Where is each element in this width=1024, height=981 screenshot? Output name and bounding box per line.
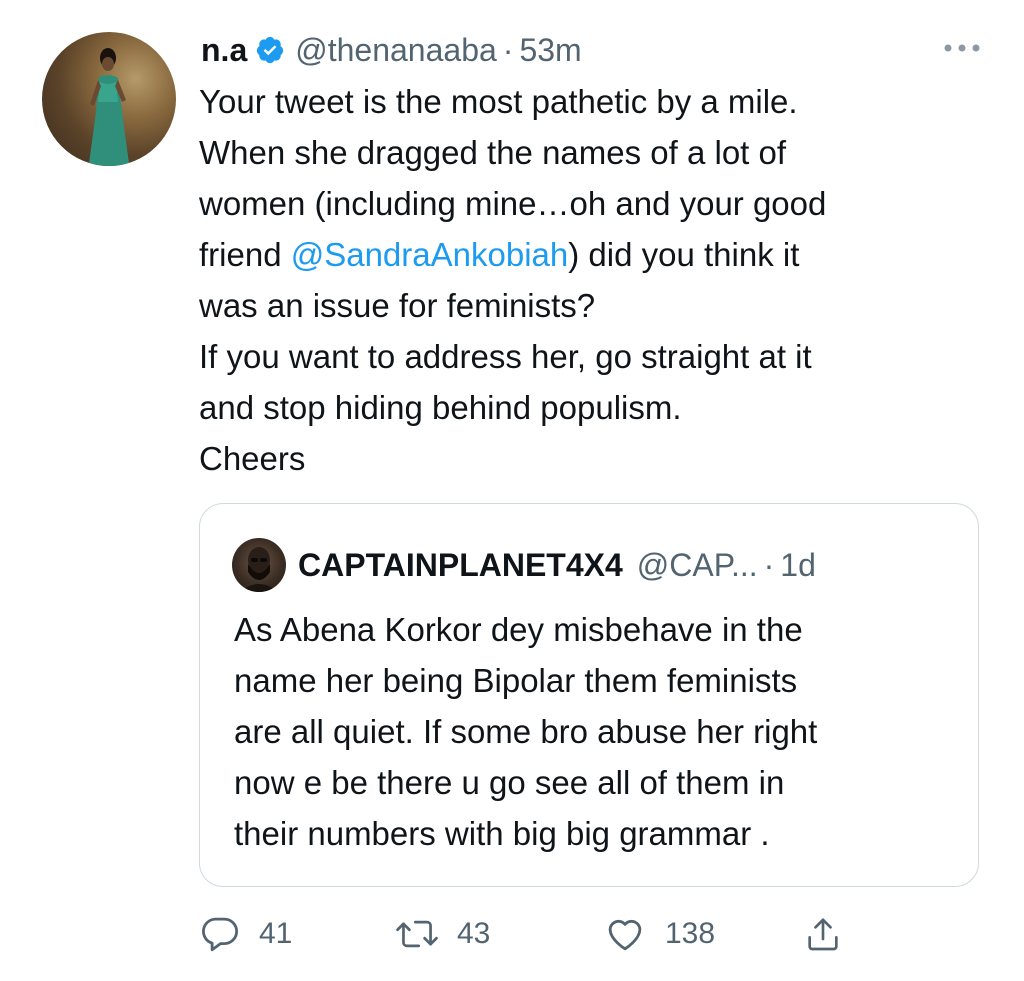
tweet-text-line: women (including mine…oh and your good bbox=[199, 185, 827, 222]
quoted-text-line: name her being Bipolar them feminists bbox=[234, 662, 798, 699]
tweet-timestamp[interactable]: 53m bbox=[519, 32, 581, 69]
quoted-text-line: now e be there u go see all of them in bbox=[234, 764, 785, 801]
header-separator: · bbox=[502, 31, 514, 68]
tweet-text-line: If you want to address her, go straight … bbox=[199, 338, 812, 375]
tweet-header: n.a @thenanaaba · 53m bbox=[201, 28, 984, 72]
like-count: 138 bbox=[665, 917, 716, 950]
ellipsis-icon[interactable] bbox=[940, 36, 984, 60]
reply-icon bbox=[202, 917, 239, 952]
share-icon bbox=[808, 918, 838, 951]
share-button[interactable] bbox=[803, 908, 843, 960]
tweet-text-line: friend @SandraAnkobiah) did you think it bbox=[199, 229, 989, 280]
quoted-tweet-card[interactable]: CAPTAINPLANET4X4 @CAP... · 1d As Abena K… bbox=[199, 503, 979, 887]
tweet-text-line: When she dragged the names of a lot of bbox=[199, 134, 787, 171]
retweet-count: 43 bbox=[457, 917, 491, 950]
tweet-action-bar: 41 43 138 bbox=[199, 908, 859, 960]
retweet-button[interactable]: 43 bbox=[395, 908, 490, 960]
author-avatar[interactable] bbox=[42, 32, 176, 166]
tweet-text-line: was an issue for feminists? bbox=[199, 287, 596, 324]
author-display-name[interactable]: n.a bbox=[201, 32, 247, 69]
retweet-icon bbox=[396, 920, 438, 948]
quoted-author-avatar[interactable] bbox=[232, 538, 286, 592]
quoted-text-line: As Abena Korkor dey misbehave in the bbox=[234, 611, 803, 648]
quoted-text-line: are all quiet. If some bro abuse her rig… bbox=[234, 713, 818, 750]
tweet-text: Your tweet is the most pathetic by a mil… bbox=[199, 76, 989, 484]
reply-button[interactable]: 41 bbox=[199, 908, 292, 960]
heart-icon bbox=[608, 919, 642, 951]
reply-count: 41 bbox=[259, 917, 293, 950]
quoted-tweet-header: CAPTAINPLANET4X4 @CAP... · 1d bbox=[232, 538, 958, 592]
like-button[interactable]: 138 bbox=[603, 908, 715, 960]
author-handle[interactable]: @thenanaaba bbox=[295, 32, 497, 69]
quoted-tweet-timestamp: 1d bbox=[780, 546, 816, 583]
tweet-text-line: Your tweet is the most pathetic by a mil… bbox=[199, 83, 798, 120]
avatar-photo bbox=[88, 48, 130, 166]
mention-link[interactable]: @SandraAnkobiah bbox=[291, 236, 569, 273]
verified-badge-icon bbox=[257, 36, 284, 64]
tweet-text-line: Cheers bbox=[199, 440, 306, 477]
quoted-author-display-name: CAPTAINPLANET4X4 bbox=[298, 546, 623, 583]
quoted-header-separator: · bbox=[763, 546, 775, 583]
quoted-avatar-photo bbox=[240, 547, 278, 592]
tweet-text-line: and stop hiding behind populism. bbox=[199, 389, 682, 426]
quoted-tweet-text: As Abena Korkor dey misbehave in the nam… bbox=[234, 604, 954, 859]
quoted-author-handle: @CAP... bbox=[636, 546, 758, 583]
tweet-text-fragment: ) did you think it bbox=[568, 236, 800, 273]
quoted-text-line: their numbers with big big grammar . bbox=[234, 815, 770, 852]
tweet-text-fragment: friend bbox=[199, 236, 291, 273]
